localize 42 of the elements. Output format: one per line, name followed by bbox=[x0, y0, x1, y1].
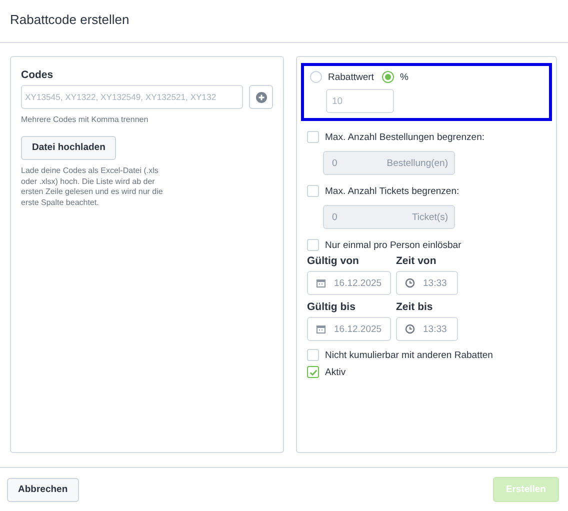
upload-hint: Lade deine Codes als Excel-Datei (.xls oder .xlsx) hoch. Die Liste wird ab der ersten Zeile gelesen und es wird nur die erste Spalte beachtet. bbox=[21, 166, 164, 209]
plus-icon bbox=[256, 92, 266, 102]
calendar-icon bbox=[316, 278, 326, 288]
checkbox[interactable] bbox=[307, 349, 319, 361]
radio-button[interactable] bbox=[310, 71, 322, 83]
radio-label: % bbox=[400, 72, 408, 82]
date-value: 16.12.2025 bbox=[334, 324, 382, 334]
date-field[interactable]: 16.12.2025 bbox=[307, 317, 391, 341]
calendar-icon bbox=[316, 324, 326, 334]
add-button[interactable] bbox=[249, 85, 273, 109]
checkbox-label: Max. Anzahl Tickets begrenzen: bbox=[325, 186, 460, 196]
field-label: Zeit von bbox=[396, 255, 438, 267]
checkbox-label: Nicht kumulierbar mit anderen Rabatten bbox=[325, 350, 493, 360]
checkbox-label: Max. Anzahl Bestellungen begrenzen: bbox=[325, 132, 484, 142]
field-label: Gültig bis bbox=[307, 301, 356, 313]
unit-label: Bestellung(en) bbox=[386, 158, 448, 168]
field-label: Zeit bis bbox=[396, 301, 434, 313]
field-label: Gültig von bbox=[307, 255, 360, 267]
upload-button[interactable]: Datei hochladen bbox=[21, 136, 116, 160]
checkbox[interactable] bbox=[307, 239, 319, 251]
clock-icon bbox=[405, 324, 415, 334]
unit-label: Ticket(s) bbox=[412, 212, 448, 222]
time-value: 13:33 bbox=[423, 324, 447, 334]
time-field[interactable]: 13:33 bbox=[396, 317, 458, 341]
time-value: 13:33 bbox=[423, 278, 447, 288]
field-value: 0 bbox=[332, 158, 338, 168]
cancel-button[interactable]: Abbrechen bbox=[7, 478, 79, 502]
date-value: 16.12.2025 bbox=[334, 278, 382, 288]
radio-label: Rabattwert bbox=[328, 72, 374, 82]
codes-field[interactable]: XY13545, XY1322, XY132549, XY132521, XY132 bbox=[21, 85, 243, 109]
field-value: 0 bbox=[332, 212, 338, 222]
checkbox-label: Aktiv bbox=[325, 366, 346, 378]
checkbox[interactable] bbox=[307, 366, 319, 378]
radio-button[interactable] bbox=[382, 71, 394, 83]
dialog-title: Rabattcode erstellen bbox=[0, 0, 568, 43]
discount-field[interactable]: 10 bbox=[326, 89, 394, 113]
time-field[interactable]: 13:33 bbox=[396, 271, 458, 295]
clock-icon bbox=[405, 278, 415, 288]
checkbox-label: Nur einmal pro Person einlösbar bbox=[325, 240, 462, 250]
date-field[interactable]: 16.12.2025 bbox=[307, 271, 391, 295]
field-hint: Mehrere Codes mit Komma trennen bbox=[21, 115, 150, 126]
field-label: Codes bbox=[21, 69, 54, 81]
